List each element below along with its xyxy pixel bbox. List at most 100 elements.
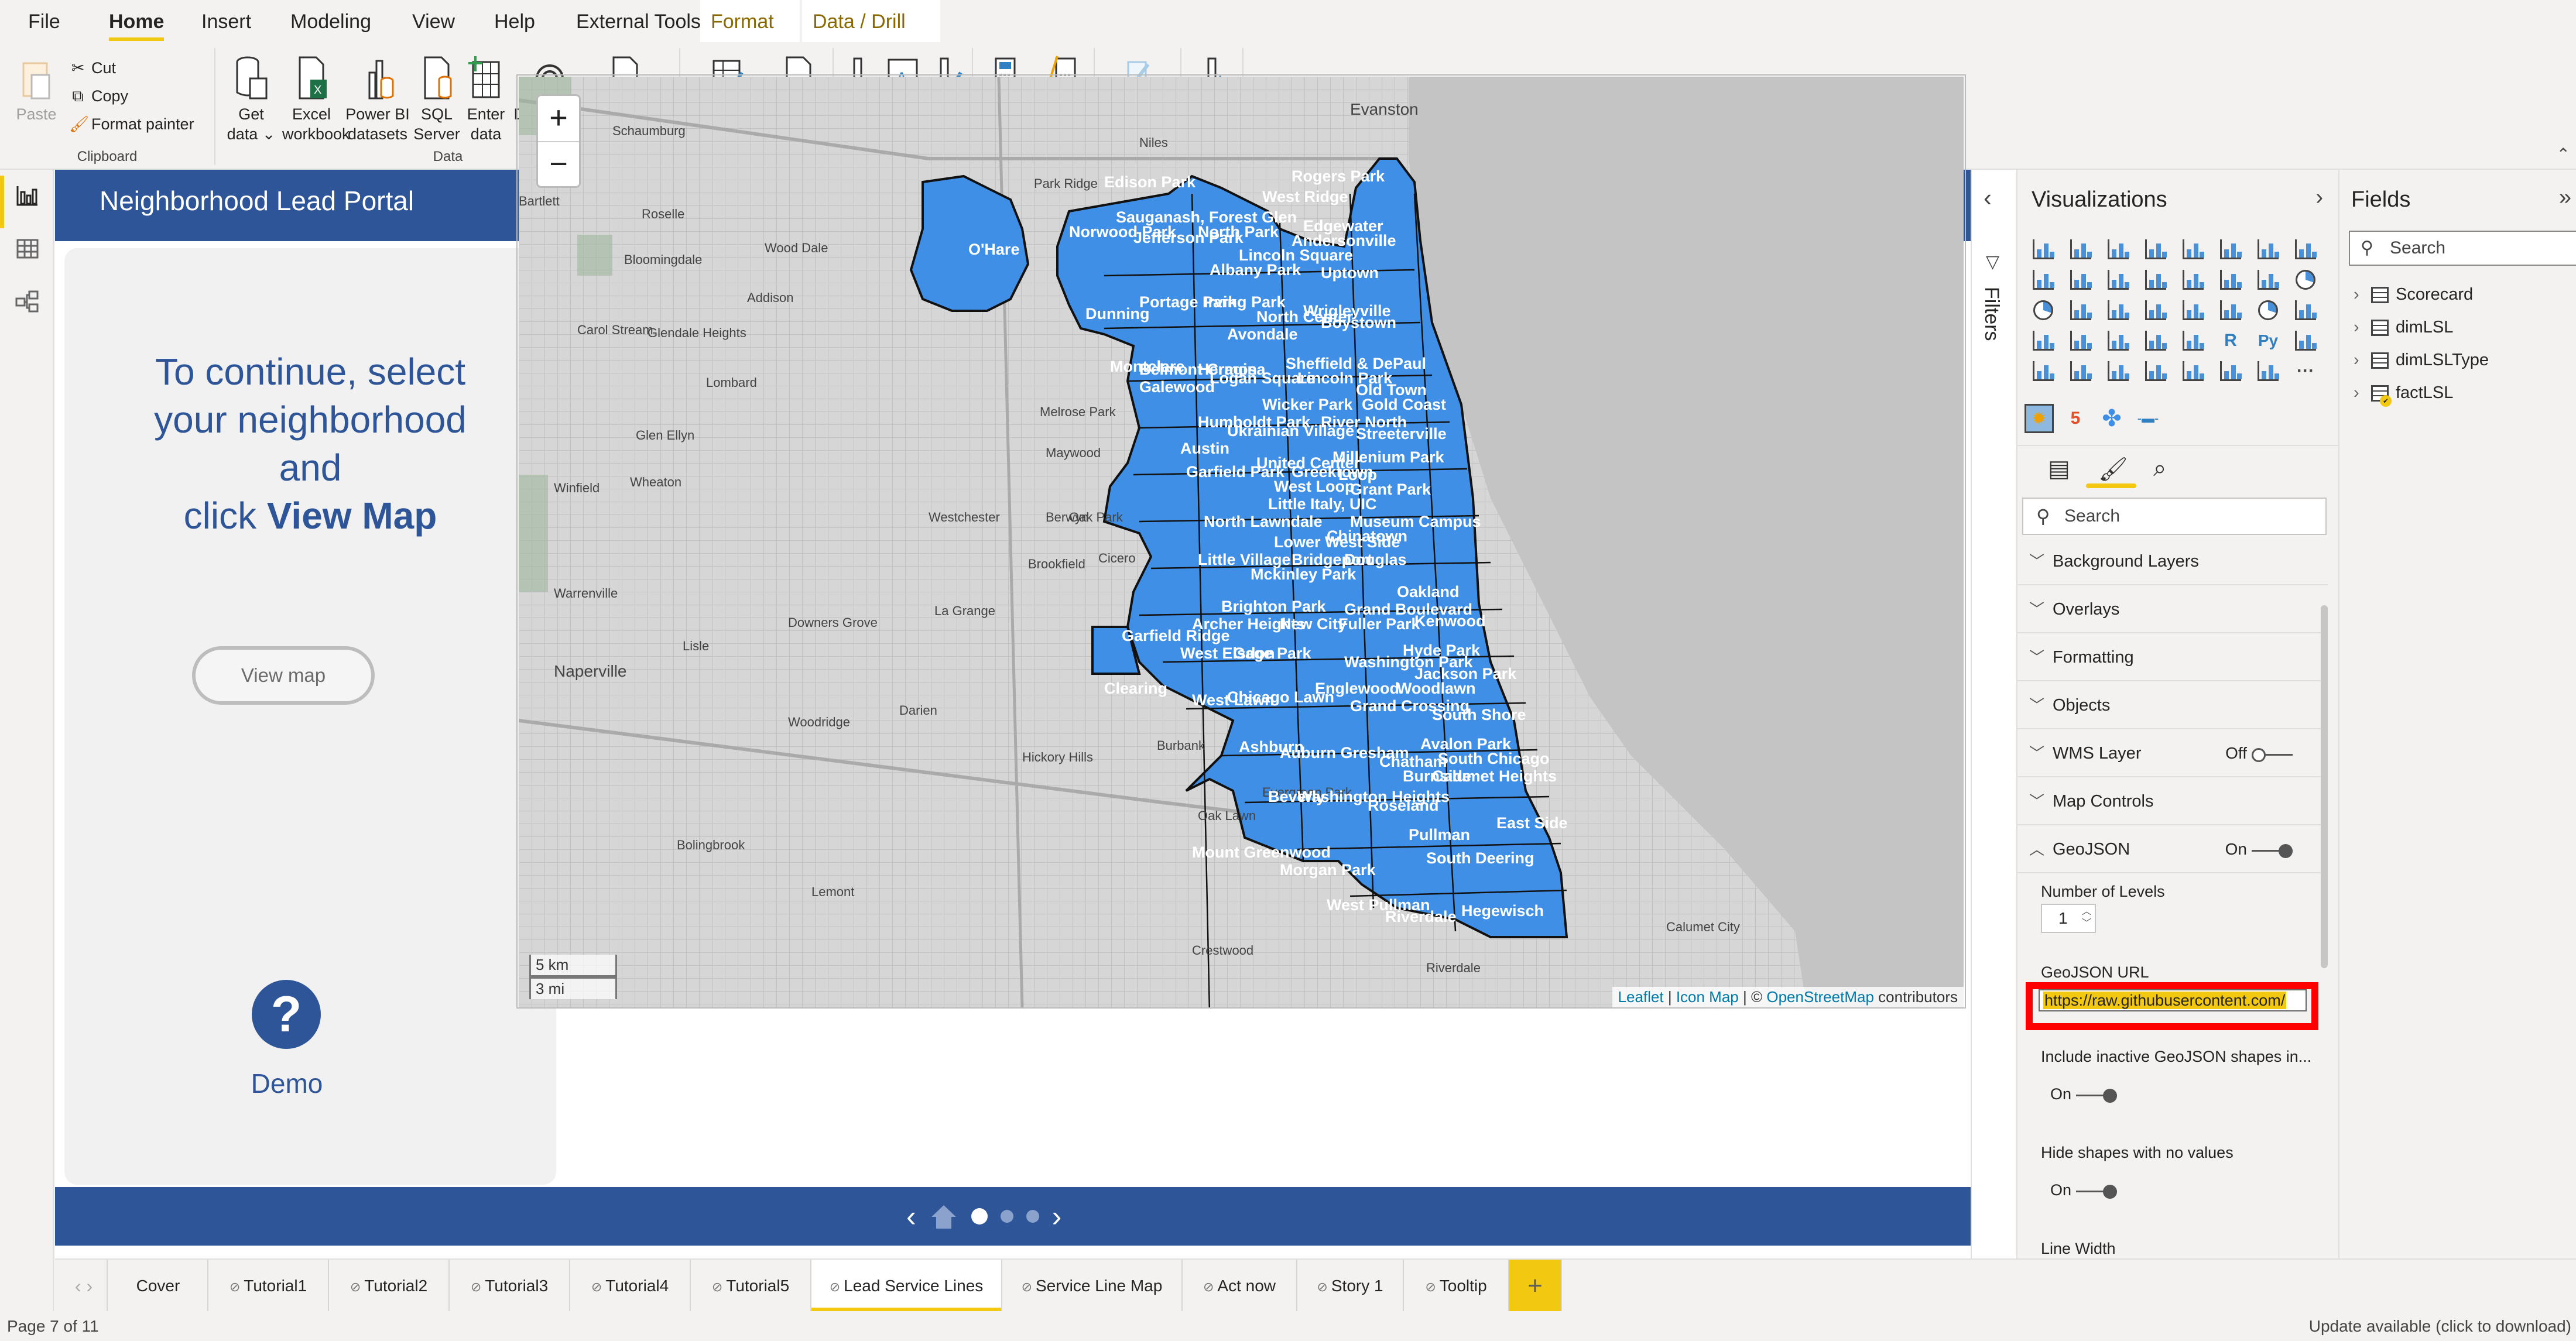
clover-visual-icon[interactable]: ✤ [2097, 404, 2126, 433]
more-visuals-icon[interactable]: ··· [2287, 356, 2324, 386]
filled-map-icon[interactable] [2137, 295, 2174, 325]
prev-page-button[interactable]: ‹ [906, 1199, 916, 1233]
funnel-icon[interactable] [2212, 265, 2249, 295]
page-tab[interactable]: ⊘ Tutorial5 [691, 1260, 811, 1312]
hide-no-values-toggle[interactable]: On [2050, 1181, 2118, 1199]
paginated-report-icon[interactable] [2099, 356, 2137, 386]
pane-scrollbar[interactable] [2321, 605, 2328, 968]
zoom-in-button[interactable]: + [538, 96, 579, 141]
geojson-toggle[interactable]: On [2225, 825, 2293, 873]
filters-label[interactable]: Filters [1980, 287, 2003, 341]
collapse-visualizations-icon[interactable]: › [2315, 185, 2323, 210]
sql-server-button[interactable]: SQL Server [413, 55, 460, 144]
map-visual[interactable]: Evanston Schaumburg Bartlett Roselle Blo… [519, 77, 1964, 1007]
toggle-switch[interactable] [2076, 1088, 2118, 1103]
section-map-controls[interactable]: ﹀ Map Controls [2017, 777, 2328, 825]
field-table-scorecard[interactable]: › Scorecard [2354, 280, 2473, 309]
toggle-switch[interactable] [2076, 1184, 2118, 1199]
update-available-link[interactable]: Update available (click to download) [2309, 1311, 2571, 1341]
azure-map-icon[interactable] [2212, 295, 2249, 325]
report-view-icon[interactable] [15, 184, 40, 208]
page-dot[interactable] [1026, 1210, 1039, 1223]
analytics-icon[interactable]: ⌕ [2153, 455, 2166, 482]
icon-map-visual-icon[interactable]: ✹ [2025, 404, 2054, 433]
decomposition-tree-icon[interactable] [2025, 356, 2062, 386]
stacked-column-icon[interactable] [2062, 234, 2099, 265]
page-tab[interactable]: ⊘ Service Line Map [1002, 1260, 1183, 1312]
osm-link[interactable]: OpenStreetMap [1766, 988, 1874, 1006]
add-page-button[interactable]: + [1509, 1260, 1562, 1312]
clustered-column-icon[interactable] [2137, 234, 2174, 265]
cut-button[interactable]: ✂ Cut [69, 56, 116, 80]
scatter-icon[interactable] [2249, 265, 2287, 295]
format-search-input[interactable]: ⚲ Search [2022, 498, 2327, 535]
tab-view[interactable]: View [402, 0, 465, 42]
page-dot-active[interactable] [971, 1208, 988, 1225]
slicer-icon[interactable] [2099, 325, 2137, 356]
ribbon-chart-icon[interactable] [2137, 265, 2174, 295]
stacked-bar-icon[interactable] [2025, 234, 2062, 265]
icon-map-link[interactable]: Icon Map [1676, 988, 1739, 1006]
levels-stepper[interactable]: 1 ︿ ﹀ [2041, 904, 2096, 933]
data-view-icon[interactable] [15, 236, 40, 261]
arcgis-icon[interactable] [2174, 356, 2212, 386]
collapse-fields-icon[interactable]: » [2559, 185, 2571, 210]
tab-home[interactable]: Home [98, 0, 174, 42]
key-influencers-icon[interactable] [2287, 325, 2324, 356]
clustered-bar-icon[interactable] [2099, 234, 2137, 265]
section-geojson[interactable]: ︿ GeoJSON On [2017, 825, 2328, 873]
kpi-icon[interactable] [2062, 325, 2099, 356]
smart-narrative-icon[interactable] [2137, 356, 2174, 386]
multi-row-card-icon[interactable] [2025, 325, 2062, 356]
toggle-switch[interactable] [2252, 843, 2293, 858]
demo-label[interactable]: Demo [205, 1068, 369, 1099]
field-table-factlsl[interactable]: › ✔ factLSL [2354, 378, 2453, 407]
tab-file[interactable]: File [18, 0, 71, 42]
expand-filters-icon[interactable]: ‹ [1984, 184, 1992, 212]
line-chart-icon[interactable] [2249, 234, 2287, 265]
page-tab[interactable]: ⊘ Tutorial1 [208, 1260, 329, 1312]
section-objects[interactable]: ﹀ Objects [2017, 681, 2328, 729]
python-visual-icon[interactable]: Py [2249, 325, 2287, 356]
line-clustered-column-icon[interactable] [2099, 265, 2137, 295]
collapse-ribbon-icon[interactable]: ⌃ [2557, 145, 2570, 164]
100-stacked-column-icon[interactable] [2212, 234, 2249, 265]
tab-data-drill[interactable]: Data / Drill [802, 0, 940, 42]
html5-visual-icon[interactable]: 5 [2061, 404, 2090, 433]
page-tab[interactable]: ⊘ Tooltip [1404, 1260, 1509, 1312]
powerbi-datasets-button[interactable]: Power BI datasets [345, 55, 410, 144]
page-tab[interactable]: ⊘ Act now [1183, 1260, 1297, 1312]
zoom-out-button[interactable]: − [538, 141, 579, 186]
treemap-icon[interactable] [2062, 295, 2099, 325]
view-map-button[interactable]: View map [192, 646, 375, 705]
field-table-dimlsltype[interactable]: › dimLSLType [2354, 345, 2489, 375]
filters-pane[interactable]: ‹ ▽ Filters [1971, 170, 2017, 1258]
section-wms-layer[interactable]: ﹀ WMS Layer Off [2017, 729, 2328, 777]
copy-button[interactable]: ⧉ Copy [69, 84, 128, 108]
page-tab[interactable]: ⊘ Story 1 [1297, 1260, 1404, 1312]
home-icon[interactable] [929, 1203, 958, 1230]
enter-data-button[interactable]: Enter data [463, 55, 509, 144]
qa-icon[interactable] [2062, 356, 2099, 386]
power-apps-icon[interactable] [2212, 356, 2249, 386]
section-formatting[interactable]: ﹀ Formatting [2017, 633, 2328, 681]
shape-map-icon[interactable] [2174, 295, 2212, 325]
format-paint-roller-icon[interactable]: 🖌 [2098, 455, 2128, 483]
page-scroll-arrows[interactable]: ‹ › [61, 1260, 108, 1312]
help-question-icon[interactable]: ? [252, 980, 321, 1049]
page-tab[interactable]: ⊘ Lead Service Lines [811, 1260, 1002, 1312]
matrix-icon[interactable] [2174, 325, 2212, 356]
stacked-area-icon[interactable] [2025, 265, 2062, 295]
section-background-layers[interactable]: ﹀ Background Layers [2017, 537, 2328, 585]
gauge-icon[interactable] [2249, 295, 2287, 325]
map-icon[interactable] [2099, 295, 2137, 325]
paste-button[interactable]: Paste [13, 55, 60, 124]
100-stacked-bar-icon[interactable] [2174, 234, 2212, 265]
card-icon[interactable] [2287, 295, 2324, 325]
r-visual-icon[interactable]: R [2212, 325, 2249, 356]
fields-search-input[interactable]: ⚲ Search [2349, 231, 2576, 266]
format-painter-button[interactable]: 🖌 Format painter [69, 112, 194, 136]
fields-tab-icon[interactable]: ▤ [2048, 455, 2070, 482]
page-tab[interactable]: ⊘ Tutorial3 [450, 1260, 570, 1312]
tab-modeling[interactable]: Modeling [280, 0, 382, 42]
